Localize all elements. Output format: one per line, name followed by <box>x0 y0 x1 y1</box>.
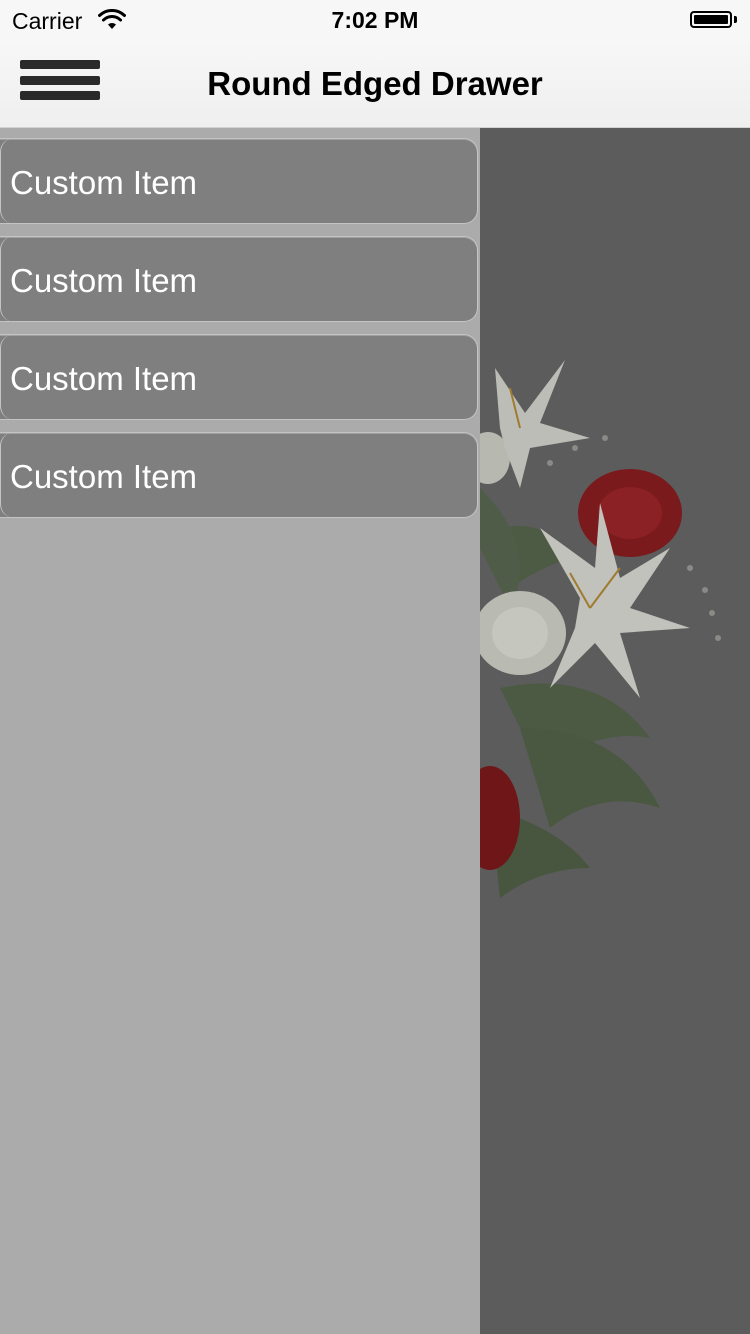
status-time: 7:02 PM <box>331 7 419 33</box>
main-content-overlay[interactable] <box>480 128 750 1334</box>
drawer-item-label: Custom Item <box>10 360 198 397</box>
drawer-item-2[interactable]: Custom Item <box>0 236 478 322</box>
drawer-item-1[interactable]: Custom Item <box>0 138 478 224</box>
drawer-item-3[interactable]: Custom Item <box>0 334 478 420</box>
side-drawer: Custom Item Custom Item Custom Item Cust… <box>0 128 480 1334</box>
drawer-item-4[interactable]: Custom Item <box>0 432 478 518</box>
flower-bouquet-image <box>480 360 721 898</box>
status-bar: Carrier 7:02 PM <box>0 0 750 40</box>
battery-icon <box>690 11 732 28</box>
navigation-bar: Round Edged Drawer <box>0 40 750 128</box>
drawer-item-label: Custom Item <box>10 458 198 495</box>
battery-level <box>694 15 728 24</box>
drawer-item-label: Custom Item <box>10 164 198 201</box>
page-title: Round Edged Drawer <box>207 65 543 102</box>
battery-tip <box>734 16 737 23</box>
drawer-item-label: Custom Item <box>10 262 198 299</box>
